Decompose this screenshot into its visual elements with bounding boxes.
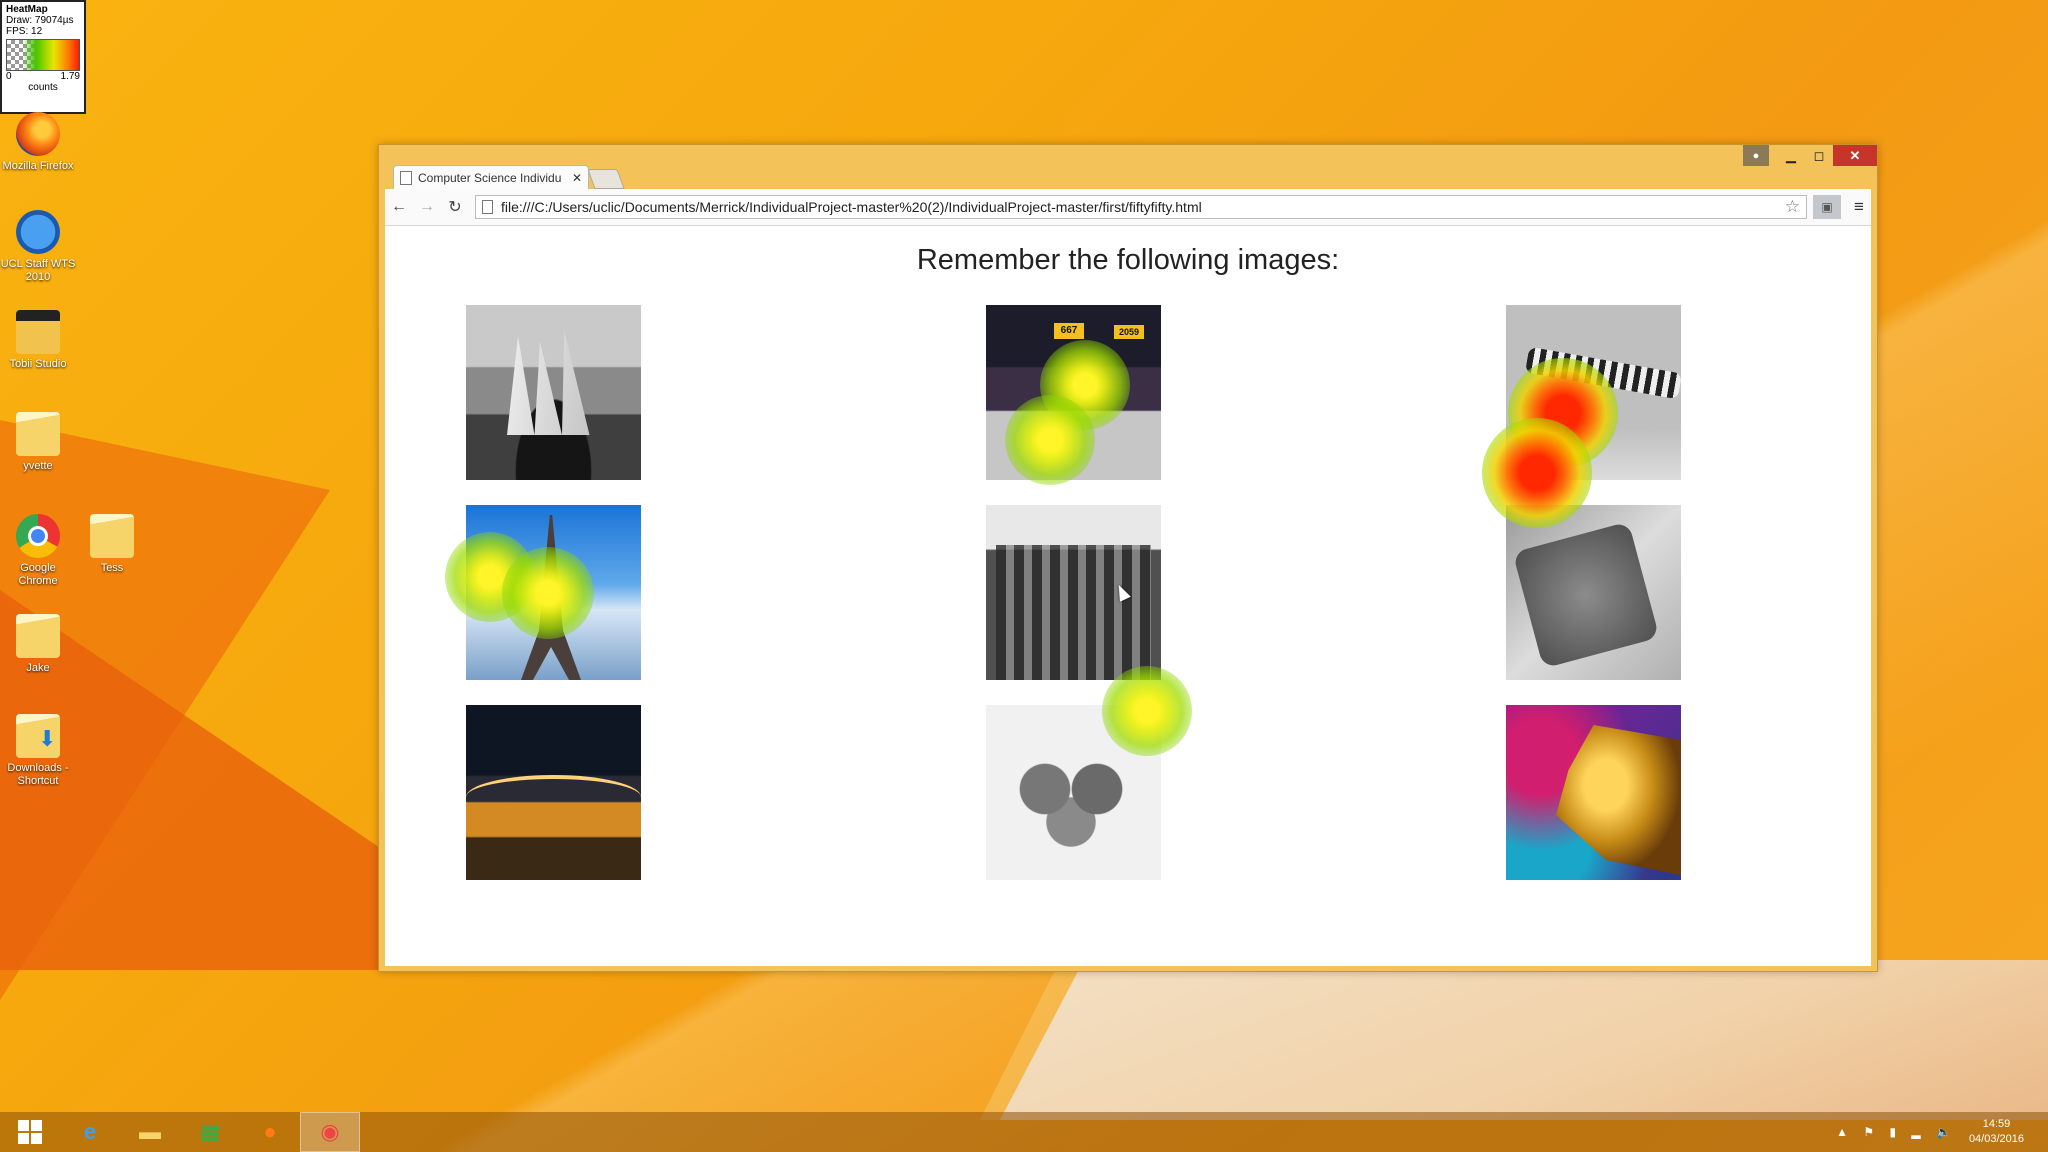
bookmark-star-icon[interactable]: ☆ — [1785, 197, 1800, 217]
heatmap-unit: counts — [28, 82, 58, 93]
firefox-icon: ● — [263, 1119, 277, 1144]
start-button[interactable] — [0, 1112, 60, 1152]
windows-start-icon — [18, 1120, 42, 1144]
taskbar-store[interactable]: ▦ — [180, 1112, 240, 1152]
tray-icons[interactable]: ▲ ⚑ ▮ ▂ 🔈 — [1836, 1125, 1957, 1139]
tab-title: Computer Science Individu — [418, 170, 562, 185]
forward-button[interactable]: → — [413, 198, 441, 216]
page-icon — [400, 170, 412, 185]
image-brick-building — [986, 505, 1161, 680]
page-icon — [482, 200, 493, 214]
heatmap-max: 1.79 — [60, 71, 80, 82]
image-golden-dragon — [1506, 705, 1681, 880]
taskbar-chrome[interactable]: ◉ — [300, 1112, 360, 1152]
store-icon: ▦ — [199, 1119, 221, 1144]
url-text: file:///C:/Users/uclic/Documents/Merrick… — [501, 199, 1202, 215]
extension-icon: ▣ — [1821, 200, 1833, 214]
taskbar-firefox[interactable]: ● — [240, 1112, 300, 1152]
chrome-icon: ◉ — [320, 1119, 340, 1144]
user-icon: ● — [1752, 149, 1760, 162]
window-controls: ● ▁ ◻ ✕ — [1743, 145, 1877, 166]
desktop-icon-tobii-studio[interactable]: Tobii Studio — [0, 310, 76, 371]
desktop-icon-downloads[interactable]: Downloads - Shortcut — [0, 714, 76, 788]
reload-icon: ↻ — [448, 199, 462, 216]
desktop-icon-label: Mozilla Firefox — [2, 160, 74, 172]
image-striped-pole — [1506, 305, 1681, 480]
desktop-icon-label: Downloads - Shortcut — [7, 762, 69, 787]
remote-desktop-icon — [16, 210, 60, 254]
reload-button[interactable]: ↻ — [441, 197, 469, 217]
browser-tab[interactable]: Computer Science Individu ✕ — [393, 165, 589, 189]
desktop-icon-tess[interactable]: Tess — [74, 514, 150, 575]
internet-explorer-icon: e — [83, 1119, 97, 1144]
close-button[interactable]: ✕ — [1833, 145, 1877, 166]
user-profile-button[interactable]: ● — [1743, 145, 1769, 166]
page-heading: Remember the following images: — [916, 244, 1340, 276]
minimize-button[interactable]: ▁ — [1777, 145, 1805, 166]
heatmap-fps: FPS: 12 — [6, 26, 43, 37]
clock-time: 14:59 — [1982, 1118, 2011, 1130]
file-explorer-icon: ▬ — [139, 1119, 161, 1144]
image-citrus-fruit — [986, 705, 1161, 880]
taskbar-file-explorer[interactable]: ▬ — [120, 1112, 180, 1152]
chrome-icon — [16, 514, 60, 558]
desktop-wallpaper-shape — [1000, 960, 2048, 1120]
heatmap-draw-time: Draw: 79074µs — [6, 15, 74, 26]
desktop-icon-label: Google Chrome — [18, 562, 58, 587]
power-icon: ▮ — [1889, 1125, 1903, 1139]
menu-button[interactable]: ≡ — [1847, 197, 1871, 217]
maximize-button[interactable]: ◻ — [1805, 145, 1833, 166]
firefox-icon — [16, 112, 60, 156]
folder-icon — [16, 614, 60, 658]
clock-date: 04/03/2016 — [1968, 1133, 2024, 1145]
hamburger-menu-icon: ≡ — [1854, 197, 1864, 216]
desktop-icon-firefox[interactable]: Mozilla Firefox — [0, 112, 76, 173]
heatmap-range: 0 1.79 — [6, 71, 80, 82]
desktop-icon-jake[interactable]: Jake — [0, 614, 76, 675]
taskbar: e ▬ ▦ ● ◉ ▲ ⚑ ▮ ▂ 🔈 14:59 04/03/2016 — [0, 1112, 2048, 1152]
back-button[interactable]: ← — [385, 198, 413, 216]
desktop-icon-label: UCL Staff WTS 2010 — [0, 258, 76, 283]
maximize-icon: ◻ — [1813, 147, 1825, 163]
heatmap-min: 0 — [6, 71, 12, 82]
new-tab-button[interactable] — [587, 169, 625, 189]
address-bar[interactable]: file:///C:/Users/uclic/Documents/Merrick… — [475, 195, 1807, 219]
heatmap-title: HeatMap — [6, 4, 48, 15]
image-marathon-runners — [986, 305, 1161, 480]
image-toaster — [1506, 505, 1681, 680]
desktop-icon-label: Jake — [26, 662, 50, 674]
extension-button[interactable]: ▣ — [1813, 195, 1841, 219]
flag-icon: ⚑ — [1863, 1125, 1881, 1139]
volume-icon: 🔈 — [1935, 1125, 1957, 1139]
desktop-icon-ucl-staff[interactable]: UCL Staff WTS 2010 — [0, 210, 76, 284]
heatmap-color-scale — [6, 39, 80, 71]
show-hidden-icons-icon: ▲ — [1836, 1125, 1854, 1139]
heatmap-legend-widget: HeatMap Draw: 79074µs FPS: 12 0 1.79 cou… — [0, 0, 86, 114]
minimize-icon: ▁ — [1786, 147, 1796, 163]
close-icon: ✕ — [1849, 147, 1861, 163]
system-tray: ▲ ⚑ ▮ ▂ 🔈 14:59 04/03/2016 — [1836, 1112, 2048, 1152]
folder-icon — [16, 412, 60, 456]
desktop-icon-label: yvette — [23, 460, 53, 472]
browser-window: ● ▁ ◻ ✕ Computer Science Individu ✕ ← → … — [378, 144, 1878, 972]
forward-arrow-icon: → — [419, 198, 435, 215]
tobii-studio-icon — [16, 310, 60, 354]
folder-icon — [90, 514, 134, 558]
image-bridge-night — [466, 705, 641, 880]
desktop-icon-yvette[interactable]: yvette — [0, 412, 76, 473]
taskbar-clock[interactable]: 14:59 04/03/2016 — [1969, 1117, 2024, 1147]
back-arrow-icon: ← — [391, 198, 407, 215]
image-eiffel-tower — [466, 505, 641, 680]
downloads-shortcut-icon — [16, 714, 60, 758]
desktop-wallpaper-shape — [0, 420, 330, 1000]
image-sailing-ship — [466, 305, 641, 480]
network-icon: ▂ — [1911, 1125, 1927, 1139]
desktop-icon-google-chrome[interactable]: Google Chrome — [0, 514, 76, 588]
desktop-icon-label: Tobii Studio — [9, 358, 67, 370]
desktop-icon-label: Tess — [100, 562, 124, 574]
browser-toolbar: ← → ↻ file:///C:/Users/uclic/Documents/M… — [385, 189, 1871, 226]
tab-close-icon[interactable]: ✕ — [572, 171, 582, 185]
taskbar-internet-explorer[interactable]: e — [60, 1112, 120, 1152]
